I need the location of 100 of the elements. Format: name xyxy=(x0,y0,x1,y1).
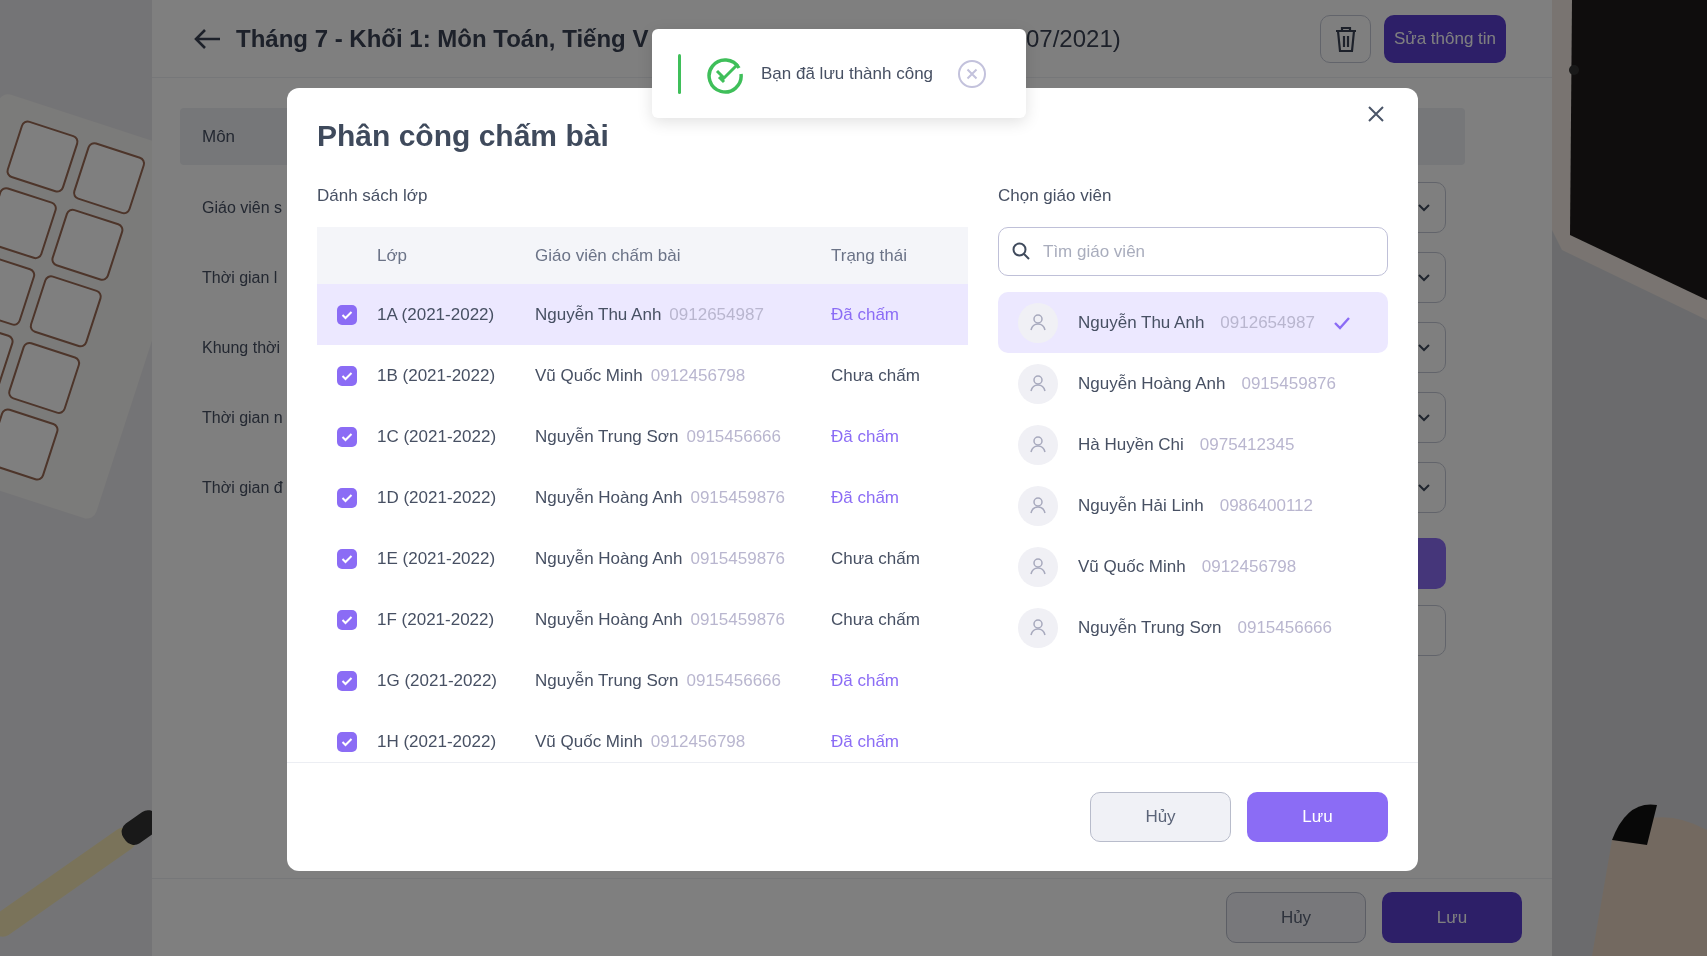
field-label: Thời gian n xyxy=(201,408,284,427)
avatar-icon xyxy=(1018,607,1058,648)
table-row[interactable]: 1G (2021-2022) Nguyễn Trung Sơn 0915456666 Đã chấm xyxy=(317,650,968,711)
table-row[interactable]: 1H (2021-2022) Vũ Quốc Minh 0912456798 Đã chấm xyxy=(317,711,968,762)
chevron-down-icon xyxy=(1417,482,1431,493)
teacher-name: Vũ Quốc Minh xyxy=(1078,556,1186,577)
teacher-list-item[interactable]: Hà Huyền Chi 0975412345 xyxy=(998,414,1388,475)
form-header-label: Môn xyxy=(202,126,236,147)
class-name: 1E (2021-2022) xyxy=(377,548,497,569)
teacher-name: Nguyễn Thu Anh xyxy=(535,304,662,324)
chevron-down-icon xyxy=(1417,342,1431,353)
accent-bar xyxy=(678,53,681,94)
check-icon xyxy=(341,736,353,747)
phone-number: 0915459876 xyxy=(690,609,785,629)
teacher-name: Nguyễn Hải Linh xyxy=(1078,495,1204,516)
avatar-icon xyxy=(1018,546,1058,587)
cancel-button[interactable]: Hủy xyxy=(1090,792,1231,842)
teacher-name: Nguyễn Trung Sơn xyxy=(1078,617,1222,638)
class-name: 1F (2021-2022) xyxy=(377,609,496,630)
chevron-down-icon xyxy=(1417,272,1431,283)
checkbox[interactable] xyxy=(337,426,357,447)
status-label: Đã chấm xyxy=(831,670,901,691)
field-label: Giáo viên s xyxy=(201,198,284,217)
save-button[interactable]: Lưu xyxy=(1247,792,1388,842)
phone-number: 0915456666 xyxy=(686,426,781,446)
class-name: 1B (2021-2022) xyxy=(377,365,497,386)
chevron-down-icon xyxy=(1417,202,1431,213)
class-name: 1H (2021-2022) xyxy=(377,731,498,752)
checkbox[interactable] xyxy=(337,304,357,325)
phone-number: 0915459876 xyxy=(690,548,785,568)
field-label: Khung thời xyxy=(201,338,282,357)
class-name: 1A (2021-2022) xyxy=(377,304,496,325)
phone-number: 0912456798 xyxy=(1201,556,1297,577)
field-label: Thời gian l xyxy=(201,268,279,287)
edit-button[interactable]: Sửa thông tin xyxy=(1384,14,1506,63)
column-header: Giáo viên chấm bài xyxy=(535,245,682,266)
delete-button[interactable] xyxy=(1320,14,1371,63)
search-field[interactable]: Tìm giáo viên xyxy=(998,227,1388,276)
check-icon xyxy=(341,614,353,625)
check-icon xyxy=(341,309,353,320)
section-label: Chọn giáo viên xyxy=(998,186,1113,206)
table-row[interactable]: 1E (2021-2022) Nguyễn Hoàng Anh 0915459876 Chưa chấm xyxy=(317,528,968,589)
teacher-list-item[interactable]: Nguyễn Hoàng Anh 0915459876 xyxy=(998,353,1388,414)
trash-icon xyxy=(1333,24,1358,53)
table-row[interactable]: 1D (2021-2022) Nguyễn Hoàng Anh 0915459876 Đã chấm xyxy=(317,467,968,528)
teacher-name: Vũ Quốc Minh xyxy=(535,731,643,751)
section-label: Dánh sách lớp xyxy=(317,186,429,206)
page-title: 07/2021) xyxy=(1026,24,1121,53)
teacher-name: Nguyễn Hoàng Anh xyxy=(535,487,683,507)
teacher-name: Nguyễn Hoàng Anh xyxy=(535,548,683,568)
avatar-icon xyxy=(1018,424,1058,465)
phone-number: 0915456666 xyxy=(1237,617,1332,638)
check-icon xyxy=(341,370,353,381)
page-title: Tháng 7 - Khối 1: Môn Toán, Tiếng V xyxy=(236,24,650,53)
status-label: Đã chấm xyxy=(831,487,901,508)
teacher-list-item[interactable]: Vũ Quốc Minh 0912456798 xyxy=(998,536,1388,597)
status-label: Chưa chấm xyxy=(831,609,921,630)
status-label: Chưa chấm xyxy=(831,365,921,386)
back-arrow-icon[interactable] xyxy=(192,26,222,51)
save-button[interactable]: Lưu xyxy=(1382,892,1522,943)
phone-number: 0915459876 xyxy=(1241,373,1336,394)
phone-number: 0912456798 xyxy=(650,731,746,751)
teacher-name: Nguyễn Trung Sơn xyxy=(535,670,679,690)
checkbox[interactable] xyxy=(337,487,357,508)
status-label: Chưa chấm xyxy=(831,548,921,569)
phone-number: 0912456798 xyxy=(650,365,746,385)
avatar-icon xyxy=(1018,302,1058,343)
status-label: Đã chấm xyxy=(831,731,901,752)
toast-message: Bạn đã lưu thành công xyxy=(761,63,934,84)
table-row[interactable]: 1F (2021-2022) Nguyễn Hoàng Anh 0915459876 Chưa chấm xyxy=(317,589,968,650)
phone-number: 0986400112 xyxy=(1219,495,1313,516)
class-name: 1C (2021-2022) xyxy=(377,426,498,447)
checkbox[interactable] xyxy=(337,670,357,691)
phone-number: 0915456666 xyxy=(686,670,781,690)
avatar-icon xyxy=(1018,363,1058,404)
avatar-icon xyxy=(1018,485,1058,526)
check-icon xyxy=(341,492,353,503)
teacher-name: Nguyễn Thu Anh xyxy=(1078,312,1205,333)
class-name: 1G (2021-2022) xyxy=(377,670,499,691)
teacher-name: Hà Huyền Chi xyxy=(1078,434,1184,455)
status-label: Đã chấm xyxy=(831,426,901,447)
check-icon xyxy=(341,553,353,564)
checkbox[interactable] xyxy=(337,731,357,752)
teacher-name: Nguyễn Hoàng Anh xyxy=(1078,373,1226,394)
check-icon xyxy=(341,675,353,686)
checkbox[interactable] xyxy=(337,609,357,630)
phone-number: 0975412345 xyxy=(1199,434,1295,455)
teacher-list-item[interactable]: Nguyễn Hải Linh 0986400112 xyxy=(998,475,1388,536)
table-row[interactable]: 1C (2021-2022) Nguyễn Trung Sơn 0915456666 Đã chấm xyxy=(317,406,968,467)
field-label: Thời gian đ xyxy=(201,478,284,497)
teacher-name: Vũ Quốc Minh xyxy=(535,365,643,385)
teacher-name: Nguyễn Trung Sơn xyxy=(535,426,679,446)
status-label: Đã chấm xyxy=(831,304,901,325)
check-icon xyxy=(341,431,353,442)
column-header: Lớp xyxy=(377,245,409,266)
teacher-list-item[interactable]: Nguyễn Trung Sơn 0915456666 xyxy=(998,597,1388,658)
checkbox[interactable] xyxy=(337,548,357,569)
search-icon xyxy=(1012,242,1030,260)
table-row[interactable]: 1B (2021-2022) Vũ Quốc Minh 0912456798 Chưa chấm xyxy=(317,345,968,406)
checkbox[interactable] xyxy=(337,365,357,386)
